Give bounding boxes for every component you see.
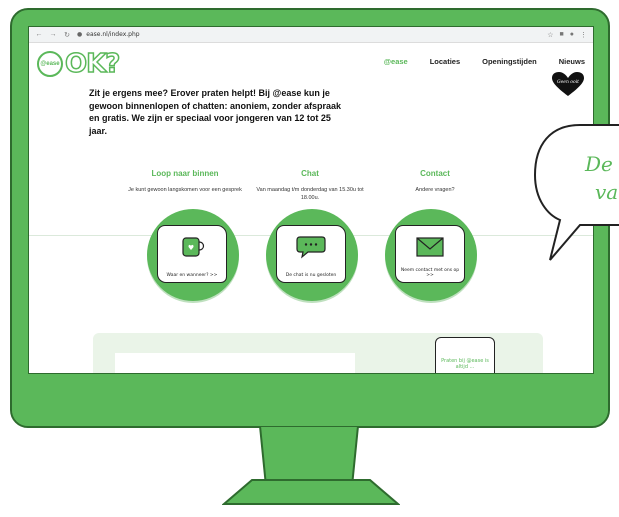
- chat-bubbles-icon: [296, 236, 326, 259]
- speech-line-2: va: [595, 180, 619, 204]
- address-bar[interactable]: ● ease.nl/index.php: [77, 31, 541, 38]
- column-chat: Chat Van maandag t/m donderdag van 15.30…: [250, 169, 370, 202]
- heart-badge[interactable]: Geen ooit: [551, 71, 585, 97]
- column-text: Je kunt gewoon langskomen voor een gespr…: [128, 187, 242, 193]
- lower-content-box: [115, 353, 355, 373]
- column-text: Andere vragen?: [415, 187, 455, 193]
- nav-item-ease[interactable]: @ease: [384, 57, 408, 66]
- column-title[interactable]: Loop naar binnen: [125, 169, 245, 178]
- url-text: ease.nl/index.php: [86, 31, 140, 38]
- logo-ease: @ease: [37, 51, 63, 77]
- chat-card[interactable]: De chat is nu gesloten: [276, 225, 346, 283]
- browser-toolbar: ← → ↻ ● ease.nl/index.php ☆ ■ ● ⋮: [29, 27, 593, 43]
- monitor-chin: [12, 374, 608, 426]
- speech-line-1: De: [585, 152, 613, 176]
- logo-ok: OK?: [64, 48, 121, 80]
- lower-card: Praten bij @ease is altijd ...: [435, 337, 495, 373]
- monitor-stand-neck: [258, 426, 360, 486]
- column-text: Van maandag t/m donderdag van 15.30u tot…: [256, 187, 364, 201]
- feature-columns: Loop naar binnen Je kunt gewoon langskom…: [125, 169, 495, 202]
- site-header: @ease OK? @ease Locaties Openingstijden …: [29, 43, 593, 87]
- card-caption: Neem contact met ons op >>: [400, 268, 460, 278]
- menu-icon[interactable]: ⋮: [580, 31, 587, 39]
- column-title[interactable]: Contact: [375, 169, 495, 178]
- circle-contact[interactable]: Neem contact met ons op >>: [385, 209, 477, 301]
- extension-icon[interactable]: ■: [560, 31, 564, 39]
- lock-icon: ●: [77, 31, 83, 38]
- svg-text:♥: ♥: [188, 244, 194, 252]
- monitor-screen: ← → ↻ ● ease.nl/index.php ☆ ■ ● ⋮ @ease …: [28, 26, 594, 374]
- star-icon[interactable]: ☆: [547, 31, 553, 39]
- reload-icon[interactable]: ↻: [63, 31, 71, 39]
- envelope-icon: [416, 237, 444, 257]
- speech-bubble-text: De va: [585, 150, 618, 206]
- main-nav: @ease Locaties Openingstijden Nieuws: [384, 57, 585, 66]
- card-caption: Waar en wanneer? >>: [166, 273, 218, 278]
- back-icon[interactable]: ←: [35, 31, 43, 39]
- profile-icon[interactable]: ●: [570, 31, 574, 39]
- intro-text: Zit je ergens mee? Erover praten helpt! …: [89, 88, 342, 136]
- nav-item-openingstijden[interactable]: Openingstijden: [482, 57, 537, 66]
- heart-badge-text: Geen ooit: [557, 79, 579, 85]
- circle-walk-in[interactable]: ♥ Waar en wanneer? >>: [147, 209, 239, 301]
- walk-in-card[interactable]: ♥ Waar en wanneer? >>: [157, 225, 227, 283]
- contact-card[interactable]: Neem contact met ons op >>: [395, 225, 465, 283]
- monitor-stand-base: [222, 479, 400, 505]
- card-caption: De chat is nu gesloten: [285, 273, 337, 278]
- forward-icon[interactable]: →: [49, 31, 57, 39]
- column-title[interactable]: Chat: [250, 169, 370, 178]
- column-walk-in: Loop naar binnen Je kunt gewoon langskom…: [125, 169, 245, 202]
- site-logo[interactable]: @ease OK?: [37, 48, 121, 80]
- mug-icon: ♥: [182, 237, 205, 257]
- nav-item-locaties[interactable]: Locaties: [430, 57, 460, 66]
- feature-circles: ♥ Waar en wanneer? >> De chat is nu gesl…: [147, 209, 477, 301]
- circle-chat[interactable]: De chat is nu gesloten: [266, 209, 358, 301]
- nav-item-nieuws[interactable]: Nieuws: [559, 57, 585, 66]
- column-contact: Contact Andere vragen?: [375, 169, 495, 202]
